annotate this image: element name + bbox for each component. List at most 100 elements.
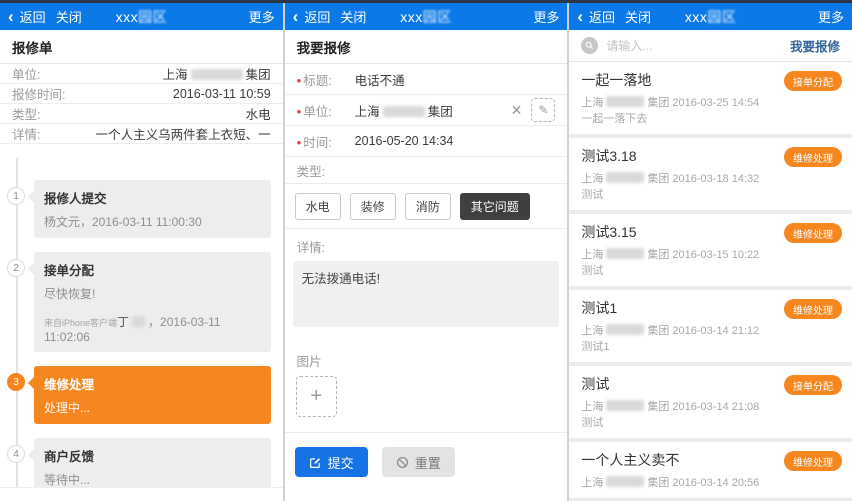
form-row-title[interactable]: • 标题: 电话不通 bbox=[284, 64, 568, 95]
item-time: 2016-03-18 14:32 bbox=[672, 173, 760, 185]
timeline-step-2: 2 接单分配 尽快恢复! 来自iPhone客户端丁 ，2016-03-11 11:… bbox=[7, 252, 271, 352]
back-button[interactable]: 返回 bbox=[589, 7, 615, 26]
pencil-icon: ✎ bbox=[538, 103, 549, 117]
list-item[interactable]: 一个人主义卖不 维修处理 上海 集团 2016-03-14 20:56 bbox=[569, 442, 852, 498]
back-icon[interactable]: ‹ bbox=[293, 8, 299, 25]
title-input-value[interactable]: 电话不通 bbox=[355, 70, 405, 89]
list-item[interactable]: 一起一落地 接单分配 上海 集团 2016-03-25 14:54 一起一落下去 bbox=[569, 62, 852, 134]
item-time: 2016-03-14 21:12 bbox=[672, 325, 760, 337]
search-input[interactable] bbox=[606, 38, 782, 53]
close-button[interactable]: 关闭 bbox=[56, 7, 82, 26]
more-button[interactable]: 更多 bbox=[249, 7, 275, 26]
masked-text bbox=[382, 105, 425, 117]
required-asterisk: • bbox=[296, 134, 302, 150]
step-number: 2 bbox=[7, 259, 25, 277]
more-button[interactable]: 更多 bbox=[533, 7, 559, 26]
item-desc: 测试 bbox=[581, 417, 604, 429]
field-row-type: 类型: 水电 bbox=[0, 104, 283, 124]
back-button[interactable]: 返回 bbox=[20, 7, 46, 26]
masked-text bbox=[606, 400, 645, 411]
form-row-time[interactable]: • 时间: 2016-05-20 14:34 bbox=[284, 126, 568, 157]
list-item[interactable]: 测试 接单分配 上海 集团 2016-03-14 21:08 测试 bbox=[569, 366, 852, 438]
field-label: • 单位: bbox=[296, 103, 332, 119]
item-meta: 上海 集团 2016-03-18 14:32 bbox=[581, 172, 760, 185]
timeline-card-active: 维修处理 处理中... bbox=[28, 366, 271, 424]
submit-label: 提交 bbox=[327, 455, 354, 471]
masked-text bbox=[132, 316, 146, 327]
step-meta: 来自iPhone客户端丁 ，2016-03-11 11:02:06 bbox=[44, 313, 261, 344]
search-icon bbox=[581, 37, 599, 54]
type-chip-renovation[interactable]: 装修 bbox=[349, 193, 396, 220]
field-label: 单位: bbox=[12, 68, 41, 82]
step-number: 1 bbox=[7, 187, 25, 205]
status-badge: 接单分配 bbox=[784, 375, 843, 395]
panel-repair-detail: ‹ 返回 关闭 xxx园区 更多 报修单 单位: 上海 集团 报修时间: 2016… bbox=[0, 0, 283, 501]
required-asterisk: • bbox=[296, 72, 302, 88]
app-title-masked: 园区 bbox=[707, 8, 737, 25]
list-item[interactable]: 测试1 维修处理 上海 集团 2016-03-14 21:12 测试1 bbox=[569, 290, 852, 362]
more-button[interactable]: 更多 bbox=[818, 7, 844, 26]
create-repair-link[interactable]: 我要报修 bbox=[790, 36, 840, 55]
client-source-label: 来自iPhone客户端 bbox=[44, 318, 118, 328]
back-icon[interactable]: ‹ bbox=[577, 8, 583, 25]
submit-edit-icon bbox=[309, 456, 322, 469]
back-icon[interactable]: ‹ bbox=[8, 8, 14, 25]
app-title-masked: 园区 bbox=[138, 8, 168, 25]
type-label: 类型: bbox=[284, 157, 568, 184]
step-number: 3 bbox=[7, 373, 25, 391]
field-label: • 标题: bbox=[296, 72, 332, 88]
form-row-unit[interactable]: • 单位: 上海 集团 ✕ ✎ bbox=[284, 95, 568, 126]
step-note: 处理中... bbox=[44, 401, 91, 415]
repair-list: 一起一落地 接单分配 上海 集团 2016-03-25 14:54 一起一落下去 … bbox=[569, 62, 852, 501]
step-title: 报修人提交 bbox=[44, 192, 107, 206]
field-value: 一个人主义乌两件套上衣短、一 bbox=[95, 128, 271, 142]
step-note: 等待中... bbox=[44, 473, 91, 487]
timeline-step-3-active: 3 维修处理 处理中... bbox=[7, 366, 271, 424]
step-title: 维修处理 bbox=[44, 378, 95, 392]
type-chip-other-selected[interactable]: 其它问题 bbox=[459, 193, 530, 220]
item-time: 2016-03-14 21:08 bbox=[672, 401, 760, 413]
masked-text bbox=[606, 248, 645, 259]
unit-input-value[interactable]: 上海 集团 bbox=[355, 101, 453, 120]
item-meta: 上海 集团 2016-03-25 14:54 bbox=[581, 96, 760, 109]
status-badge: 接单分配 bbox=[784, 71, 843, 91]
app-title-prefix: xxx bbox=[400, 8, 423, 25]
step-note: 尽快恢复! bbox=[44, 287, 96, 301]
detail-textarea[interactable]: 无法拨通电话! bbox=[292, 261, 560, 327]
field-row-unit: 单位: 上海 集团 bbox=[0, 64, 283, 84]
submit-button[interactable]: 提交 bbox=[294, 447, 368, 477]
appbar-1: ‹ 返回 关闭 xxx园区 更多 bbox=[0, 0, 283, 30]
masked-text bbox=[606, 96, 645, 107]
back-button[interactable]: 返回 bbox=[304, 7, 330, 26]
masked-text bbox=[606, 324, 645, 335]
bottom-clip bbox=[0, 487, 283, 501]
search-bar: 我要报修 bbox=[569, 30, 852, 62]
form-title: 我要报修 bbox=[284, 30, 568, 64]
field-row-time: 报修时间: 2016-03-11 10:59 bbox=[0, 84, 283, 104]
reset-button[interactable]: 重置 bbox=[381, 447, 455, 477]
close-button[interactable]: 关闭 bbox=[340, 7, 366, 26]
masked-text bbox=[606, 172, 645, 183]
time-input-value[interactable]: 2016-05-20 14:34 bbox=[355, 134, 454, 148]
list-item[interactable]: 测试3.18 维修处理 上海 集团 2016-03-18 14:32 测试 bbox=[569, 138, 852, 210]
clear-icon[interactable]: ✕ bbox=[511, 102, 523, 119]
type-chip-fire[interactable]: 消防 bbox=[404, 193, 451, 220]
status-badge: 维修处理 bbox=[784, 451, 843, 471]
reset-label: 重置 bbox=[414, 455, 441, 471]
close-button[interactable]: 关闭 bbox=[625, 7, 651, 26]
status-timeline: 1 报修人提交 杨文元，2016-03-11 11:00:30 2 接单分配 尽… bbox=[0, 154, 283, 501]
list-item[interactable]: 测试3.15 维修处理 上海 集团 2016-03-15 10:22 测试 bbox=[569, 214, 852, 286]
step-number: 4 bbox=[7, 445, 25, 463]
status-badge: 维修处理 bbox=[784, 223, 843, 243]
edit-unit-button[interactable]: ✎ bbox=[531, 98, 556, 122]
item-meta: 上海 集团 2016-03-15 10:22 bbox=[581, 248, 760, 261]
timeline-card: 接单分配 尽快恢复! 来自iPhone客户端丁 ，2016-03-11 11:02… bbox=[28, 252, 271, 352]
item-time: 2016-03-25 14:54 bbox=[672, 97, 760, 109]
appbar-3: ‹ 返回 关闭 xxx园区 更多 bbox=[569, 0, 852, 30]
field-label: • 时间: bbox=[296, 134, 332, 150]
add-photo-button[interactable]: + bbox=[295, 376, 337, 417]
field-label: 类型: bbox=[12, 108, 41, 122]
item-time: 2016-03-14 20:56 bbox=[672, 477, 760, 489]
item-desc: 一起一落下去 bbox=[581, 113, 648, 125]
type-chip-water-electric[interactable]: 水电 bbox=[294, 193, 341, 220]
